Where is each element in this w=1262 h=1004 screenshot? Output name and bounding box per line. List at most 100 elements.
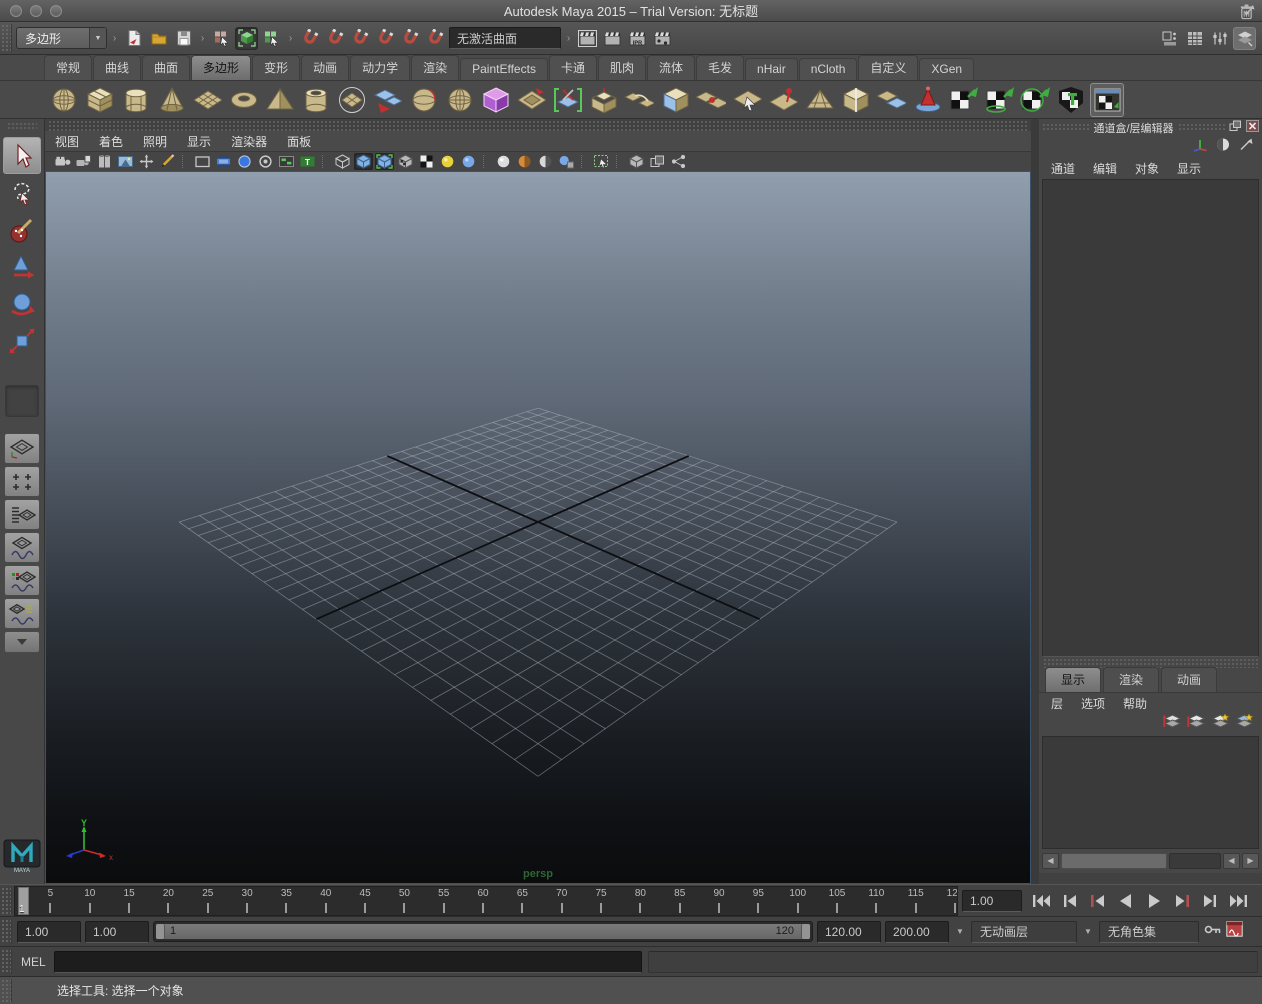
shelf-tab-动力学[interactable]: 动力学 bbox=[350, 55, 410, 80]
layer-menu-层[interactable]: 层 bbox=[1042, 695, 1072, 712]
image-plane-icon[interactable] bbox=[116, 153, 135, 170]
layer-menu-选项[interactable]: 选项 bbox=[1072, 695, 1114, 712]
last-tool-slot[interactable] bbox=[5, 385, 39, 417]
menuset-selector[interactable]: 多边形 ▼ bbox=[16, 27, 107, 49]
channel-box-icon[interactable] bbox=[1233, 27, 1256, 50]
snap-to-projected-center-icon[interactable] bbox=[373, 27, 396, 50]
plugin-shading-icon[interactable] bbox=[557, 153, 576, 170]
shelf-tab-nCloth[interactable]: nCloth bbox=[799, 58, 858, 80]
range-slider-handle[interactable] bbox=[1, 919, 12, 944]
channel-box-menu-通道[interactable]: 通道 bbox=[1042, 160, 1084, 177]
move-tool[interactable] bbox=[3, 248, 41, 285]
command-line-handle[interactable] bbox=[1, 949, 12, 974]
two-d-pan-zoom-icon[interactable] bbox=[137, 153, 156, 170]
range-end-handle[interactable] bbox=[801, 924, 810, 939]
select-component-icon[interactable] bbox=[260, 27, 283, 50]
uv-cylindrical-mapping-icon[interactable] bbox=[982, 83, 1016, 117]
tool-settings-icon[interactable] bbox=[1208, 27, 1231, 50]
grease-pencil-icon[interactable] bbox=[158, 153, 177, 170]
poly-merge-icon[interactable] bbox=[694, 83, 728, 117]
manipulator-icon[interactable] bbox=[1192, 137, 1208, 157]
layout-single-pane-button[interactable] bbox=[4, 433, 40, 464]
toolbox-handle[interactable] bbox=[7, 122, 37, 131]
shelf-tab-动画[interactable]: 动画 bbox=[301, 55, 349, 80]
auto-keyframe-icon[interactable] bbox=[1203, 922, 1222, 942]
film-gate-icon[interactable] bbox=[193, 153, 212, 170]
move-layer-up-icon[interactable] bbox=[1163, 714, 1182, 736]
slider-mode-icon[interactable] bbox=[1238, 137, 1254, 157]
shadows-icon[interactable] bbox=[438, 153, 457, 170]
animation-start-field[interactable]: 1.00 bbox=[17, 921, 81, 943]
select-object-icon[interactable] bbox=[235, 27, 258, 50]
backface-culling-icon[interactable] bbox=[536, 153, 555, 170]
poly-extrude-icon[interactable] bbox=[586, 83, 620, 117]
multi-cut-icon[interactable] bbox=[550, 83, 584, 117]
time-slider-handle[interactable] bbox=[1, 887, 12, 914]
shelf-tab-渲染[interactable]: 渲染 bbox=[411, 55, 459, 80]
animation-preferences-icon[interactable] bbox=[1226, 921, 1243, 942]
target-weld-icon[interactable] bbox=[730, 83, 764, 117]
select-camera-icon[interactable] bbox=[53, 153, 72, 170]
object-details-icon[interactable] bbox=[627, 153, 646, 170]
poly-cone-icon[interactable] bbox=[154, 83, 188, 117]
playback-start-field[interactable]: 1.00 bbox=[85, 921, 149, 943]
channel-box-handle[interactable] bbox=[1042, 123, 1089, 132]
open-scene-icon[interactable] bbox=[147, 27, 170, 50]
command-line-mode-button[interactable]: MEL bbox=[13, 955, 54, 969]
attribute-editor-icon[interactable] bbox=[1183, 27, 1206, 50]
select-hierarchy-icon[interactable] bbox=[210, 27, 233, 50]
channel-box-menu-对象[interactable]: 对象 bbox=[1126, 160, 1168, 177]
poly-sphere-icon[interactable] bbox=[46, 83, 80, 117]
subdiv-proxy-icon[interactable] bbox=[478, 83, 512, 117]
step-back-frame-button[interactable] bbox=[1056, 888, 1084, 914]
layer-list-area[interactable] bbox=[1042, 736, 1259, 849]
panel-divider[interactable] bbox=[1031, 119, 1039, 884]
shelf-tab-卡通[interactable]: 卡通 bbox=[549, 55, 597, 80]
textured-icon[interactable] bbox=[396, 153, 415, 170]
range-start-handle[interactable] bbox=[156, 924, 165, 939]
create-empty-layer-icon[interactable] bbox=[1211, 714, 1230, 736]
layout-menu-button[interactable] bbox=[4, 631, 40, 653]
scrollbar-thumb[interactable] bbox=[1061, 853, 1167, 869]
uv-automatic-mapping-icon[interactable] bbox=[1054, 83, 1088, 117]
poly-pyramid-icon[interactable] bbox=[262, 83, 296, 117]
step-forward-key-button[interactable] bbox=[1168, 888, 1196, 914]
play-backwards-button[interactable] bbox=[1112, 888, 1140, 914]
poly-cube-icon[interactable] bbox=[82, 83, 116, 117]
step-back-key-button[interactable] bbox=[1084, 888, 1112, 914]
layer-menu-帮助[interactable]: 帮助 bbox=[1114, 695, 1156, 712]
shelf-tab-毛发[interactable]: 毛发 bbox=[696, 55, 744, 80]
collapse-handle[interactable]: › bbox=[198, 26, 207, 50]
poly-bridge-icon[interactable] bbox=[622, 83, 656, 117]
xray-icon[interactable] bbox=[515, 153, 534, 170]
save-scene-icon[interactable] bbox=[172, 27, 195, 50]
resolution-gate-icon[interactable] bbox=[214, 153, 233, 170]
poly-quadrangulate-icon[interactable] bbox=[838, 83, 872, 117]
layer-tab-渲染[interactable]: 渲染 bbox=[1103, 667, 1159, 692]
poly-pipe-icon[interactable] bbox=[298, 83, 332, 117]
shelf-tab-肌肉[interactable]: 肌肉 bbox=[598, 55, 646, 80]
move-layer-down-icon[interactable] bbox=[1187, 714, 1206, 736]
sculpt-tool-icon[interactable] bbox=[910, 83, 944, 117]
smooth-shade-icon[interactable] bbox=[354, 153, 373, 170]
select-tool[interactable] bbox=[3, 137, 41, 174]
current-time-field[interactable]: 1.00 bbox=[962, 890, 1022, 912]
shelf-tab-自定义[interactable]: 自定义 bbox=[858, 55, 918, 80]
character-set-field[interactable]: 无角色集 bbox=[1099, 921, 1199, 943]
close-panel-icon[interactable] bbox=[1246, 119, 1259, 137]
scrollbar-track[interactable] bbox=[1169, 853, 1221, 869]
make-live-icon[interactable] bbox=[423, 27, 446, 50]
snap-to-grid-icon[interactable] bbox=[298, 27, 321, 50]
isolate-select-icon[interactable] bbox=[592, 153, 611, 170]
layout-four-pane-button[interactable] bbox=[4, 466, 40, 497]
range-fill[interactable] bbox=[156, 924, 810, 939]
viewport-menu-着色[interactable]: 着色 bbox=[89, 133, 133, 150]
step-forward-frame-button[interactable] bbox=[1196, 888, 1224, 914]
bookmarks-icon[interactable] bbox=[95, 153, 114, 170]
viewport-canvas[interactable]: Y x persp bbox=[45, 171, 1031, 884]
viewport-handle[interactable] bbox=[48, 120, 1028, 131]
trash-icon[interactable] bbox=[1239, 3, 1254, 26]
uv-planar-mapping-icon[interactable] bbox=[946, 83, 980, 117]
layout-hypershade-persp-button[interactable] bbox=[4, 565, 40, 596]
uv-spherical-mapping-icon[interactable] bbox=[1018, 83, 1052, 117]
